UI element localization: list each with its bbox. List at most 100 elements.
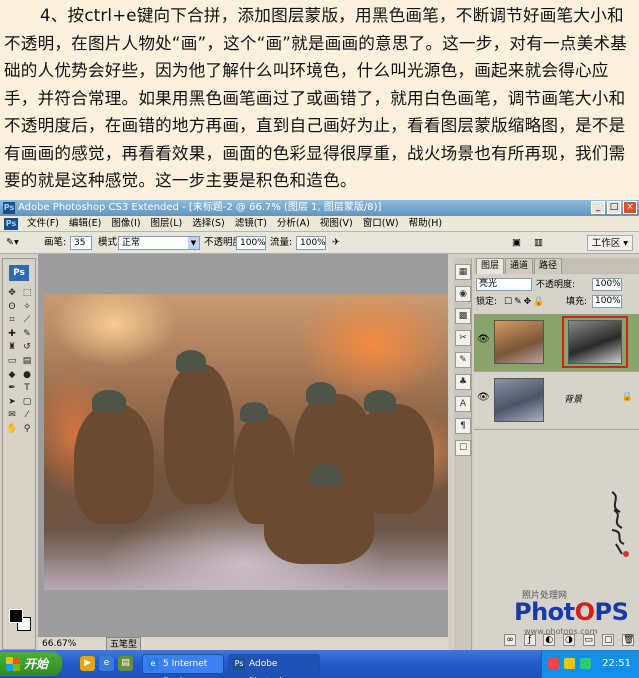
menu-edit[interactable]: 编辑(E) <box>64 216 106 231</box>
mode-select[interactable]: 正常 ▼ <box>118 236 200 250</box>
group-icon[interactable]: ▭ <box>582 634 595 646</box>
background-thumbnail[interactable] <box>494 378 544 422</box>
tray-icon[interactable] <box>548 658 559 669</box>
eraser-tool-icon[interactable]: ▭ <box>5 355 19 368</box>
tool-presets-icon[interactable]: ✂ <box>455 330 471 346</box>
menu-select[interactable]: 选择(S) <box>187 216 229 231</box>
marquee-tool-icon[interactable]: ⬚ <box>20 287 34 300</box>
adjustment-icon[interactable]: ◑ <box>562 634 575 646</box>
magic-wand-icon[interactable]: ✧ <box>20 301 34 314</box>
slice-tool-icon[interactable]: ⟋ <box>20 314 34 327</box>
layer-thumbnail[interactable] <box>494 320 544 364</box>
brush-tool-icon[interactable]: ✎ <box>20 328 34 341</box>
panel-toggle-icon[interactable]: ▣ <box>512 232 521 254</box>
new-layer-icon[interactable]: ▢ <box>602 634 615 646</box>
fx-icon[interactable]: ƒ <box>523 634 536 646</box>
clone-source-icon[interactable]: ♣ <box>455 374 471 390</box>
character-icon[interactable]: A <box>455 396 471 412</box>
close-button[interactable]: × <box>623 201 637 214</box>
background-layer-row[interactable]: 👁 背景 🔒 <box>474 372 639 430</box>
layer-opacity-input[interactable]: 100% <box>592 278 622 291</box>
ie-icon[interactable]: e <box>99 656 114 671</box>
paragraph-icon[interactable]: ¶ <box>455 418 471 434</box>
shape-tool-icon[interactable]: ▢ <box>20 396 34 409</box>
menu-view[interactable]: 视图(V) <box>315 216 358 231</box>
workspace-menu[interactable]: 工作区 ▾ <box>586 235 633 251</box>
add-mask-icon[interactable]: ◐ <box>543 634 556 646</box>
options-bar: ✎▾ 画笔: 35 模式: 正常 ▼ 不透明度: 100% 流量: 100% ✈… <box>0 232 639 254</box>
menu-file[interactable]: 文件(F) <box>22 216 64 231</box>
menu-analysis[interactable]: 分析(A) <box>272 216 315 231</box>
navigator-icon[interactable]: ▦ <box>455 264 471 280</box>
flow-input[interactable]: 100% <box>296 236 326 250</box>
task-internet-explorer[interactable]: e 5 Internet Expl... <box>142 654 224 678</box>
fill-input[interactable]: 100% <box>592 295 622 308</box>
layer-buttons: ∞ ƒ ◐ ◑ ▭ ▢ 🗑 <box>504 634 634 646</box>
tab-layers[interactable]: 图层 <box>476 258 505 274</box>
opacity-input[interactable]: 100% <box>236 236 266 250</box>
zoom-tool-icon[interactable]: ⚲ <box>20 423 34 436</box>
healing-tool-icon[interactable]: ✚ <box>5 328 19 341</box>
brushes-icon[interactable]: ✎ <box>455 352 471 368</box>
notes-tool-icon[interactable]: ✉ <box>5 409 19 422</box>
menu-image[interactable]: 图像(I) <box>106 216 145 231</box>
menu-window[interactable]: 窗口(W) <box>358 216 404 231</box>
hand-tool-icon[interactable]: ✋ <box>5 423 19 436</box>
brush-size-picker[interactable]: 35 <box>70 236 92 250</box>
eye-icon[interactable]: 👁 <box>477 392 490 404</box>
ps-menu-icon[interactable]: Ps <box>4 218 18 230</box>
helmet <box>92 390 126 412</box>
tab-paths[interactable]: 路径 <box>534 258 563 274</box>
maximize-button[interactable]: □ <box>607 201 621 214</box>
zoom-level[interactable]: 66.67% <box>42 639 76 649</box>
artwork-image[interactable] <box>44 294 448 590</box>
artist-signature <box>611 491 629 557</box>
blur-tool-icon[interactable]: ◆ <box>5 369 19 382</box>
minimize-button[interactable]: _ <box>591 201 605 214</box>
brush-tool-icon[interactable]: ✎▾ <box>6 232 19 254</box>
layer-opacity-label: 不透明度: <box>536 280 576 290</box>
stamp-tool-icon[interactable]: ♜ <box>5 341 19 354</box>
pen-tool-icon[interactable]: ✒ <box>5 382 19 395</box>
blend-mode-select[interactable]: 亮光 <box>476 278 532 291</box>
clock[interactable]: 22:51 <box>602 658 631 669</box>
eyedropper-icon[interactable]: ⁄ <box>20 409 34 422</box>
soldier-figure <box>264 474 374 564</box>
history-brush-icon[interactable]: ↺ <box>20 341 34 354</box>
layer-1-row[interactable]: 👁 <box>474 314 639 372</box>
media-icon[interactable]: ▶ <box>80 656 95 671</box>
tray-icon[interactable] <box>564 658 575 669</box>
trash-icon[interactable]: 🗑 <box>621 634 634 646</box>
airbrush-icon[interactable]: ✈ <box>332 232 340 254</box>
canvas-area[interactable] <box>38 254 448 650</box>
type-tool-icon[interactable]: T <box>20 382 34 395</box>
start-label: 开始 <box>24 657 49 671</box>
color-icon[interactable]: ◉ <box>455 286 471 302</box>
crop-tool-icon[interactable]: ⌗ <box>5 314 19 327</box>
task-photoshop[interactable]: Ps Adobe Photoshop ... <box>228 654 320 678</box>
move-tool-icon[interactable]: ✥ <box>5 287 19 300</box>
foreground-color-swatch[interactable] <box>9 609 23 623</box>
lasso-tool-icon[interactable]: ʘ <box>5 301 19 314</box>
link-icon[interactable]: ∞ <box>504 634 516 646</box>
path-select-icon[interactable]: ➤ <box>5 396 19 409</box>
dodge-tool-icon[interactable]: ● <box>20 369 34 382</box>
menu-filter[interactable]: 滤镜(T) <box>230 216 272 231</box>
gradient-tool-icon[interactable]: ▤ <box>20 355 34 368</box>
swatches-icon[interactable]: ▩ <box>455 308 471 324</box>
soldier-figure <box>74 404 154 524</box>
start-button[interactable]: 开始 <box>0 652 62 676</box>
tray-icon[interactable] <box>580 658 591 669</box>
lock-icons[interactable]: ☐✎✥🔒 <box>504 295 546 309</box>
menu-layer[interactable]: 图层(L) <box>146 216 188 231</box>
menu-help[interactable]: 帮助(H) <box>404 216 448 231</box>
brush-label: 画笔: <box>44 237 67 248</box>
tab-channels[interactable]: 通道 <box>505 258 534 274</box>
eye-icon[interactable]: 👁 <box>477 334 490 346</box>
bridge-icon[interactable]: ▥ <box>534 232 543 254</box>
lock-label: 锁定: <box>476 297 498 307</box>
helmet <box>306 382 336 404</box>
notes-icon[interactable]: ☐ <box>455 440 471 456</box>
desktop-icon[interactable]: ▤ <box>118 656 133 671</box>
ps-task-icon: Ps <box>233 658 245 670</box>
